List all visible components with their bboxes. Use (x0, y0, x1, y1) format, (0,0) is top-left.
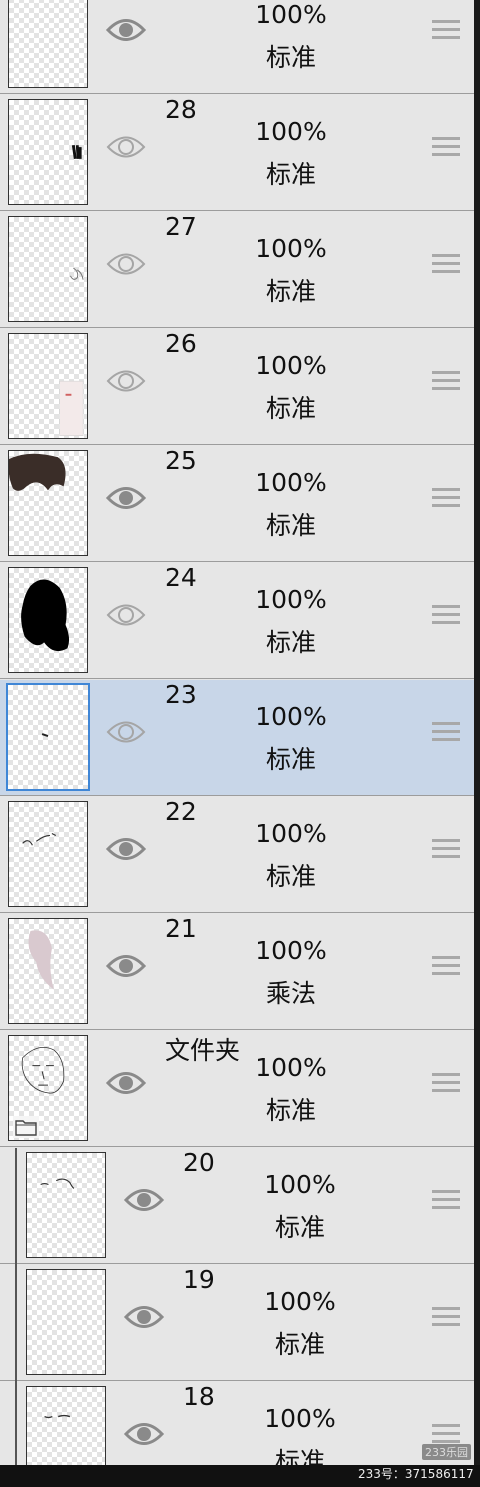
eye-icon[interactable] (106, 1070, 146, 1096)
eye-icon[interactable] (106, 251, 146, 277)
layer-thumbnail[interactable] (8, 99, 88, 205)
layer-blend-mode[interactable]: 标准 (231, 740, 351, 776)
layer-blend-mode[interactable]: 标准 (231, 389, 351, 425)
layer-name: 28 (165, 95, 197, 124)
layer-blend-mode[interactable]: 标准 (240, 1325, 360, 1361)
layer-opacity: 100% (264, 1404, 336, 1433)
eye-icon[interactable] (106, 602, 146, 628)
layer-opacity: 100% (255, 351, 327, 380)
layer-name: 22 (165, 797, 197, 826)
layer-row[interactable]: 29 100% 标准 (0, 0, 474, 94)
layer-thumbnail[interactable] (8, 333, 88, 439)
eye-icon[interactable] (124, 1421, 164, 1447)
layer-blend-mode[interactable]: 标准 (231, 506, 351, 542)
layer-name: 文件夹 (165, 1036, 241, 1065)
layer-thumbnail[interactable] (8, 0, 88, 88)
watermark-badge: 233乐园 (422, 1444, 471, 1460)
layer-thumbnail[interactable] (8, 918, 88, 1024)
watermark-text: 233号：371586117 (358, 1467, 474, 1481)
layer-thumbnail[interactable] (8, 1035, 88, 1141)
layer-name: 20 (183, 1148, 215, 1177)
drag-handle-icon[interactable] (432, 254, 460, 276)
layer-thumbnail[interactable] (8, 567, 88, 673)
drag-handle-icon[interactable] (432, 956, 460, 978)
layer-name: 21 (165, 914, 197, 943)
drag-handle-icon[interactable] (432, 1190, 460, 1212)
eye-icon[interactable] (106, 368, 146, 394)
folder-icon (13, 1116, 39, 1138)
layer-blend-mode[interactable]: 标准 (231, 38, 351, 74)
eye-icon[interactable] (106, 836, 146, 862)
layer-row[interactable]: 24 100% 标准 (0, 563, 474, 679)
layer-name: 18 (183, 1382, 215, 1411)
layer-blend-mode[interactable]: 标准 (231, 155, 351, 191)
eye-icon[interactable] (106, 953, 146, 979)
layer-opacity: 100% (264, 1287, 336, 1316)
eye-icon[interactable] (124, 1304, 164, 1330)
layer-opacity: 100% (255, 819, 327, 848)
layer-blend-mode[interactable]: 标准 (240, 1208, 360, 1244)
layer-blend-mode[interactable]: 乘法 (231, 974, 351, 1010)
drag-handle-icon[interactable] (432, 488, 460, 510)
layers-panel: 29 100% 标准 28 100% 标准 27 100% 标准 (0, 0, 474, 1487)
layer-thumbnail[interactable] (8, 450, 88, 556)
layer-thumbnail[interactable] (26, 1152, 106, 1258)
layer-row[interactable]: 28 100% 标准 (0, 95, 474, 211)
drag-handle-icon[interactable] (432, 722, 460, 744)
layer-blend-mode[interactable]: 标准 (231, 623, 351, 659)
layer-name: 25 (165, 446, 197, 475)
eye-icon[interactable] (106, 17, 146, 43)
layer-name: 19 (183, 1265, 215, 1294)
layer-name: 27 (165, 212, 197, 241)
layer-blend-mode[interactable]: 标准 (231, 857, 351, 893)
layer-opacity: 100% (255, 234, 327, 263)
layer-row[interactable]: 25 100% 标准 (0, 446, 474, 562)
layer-thumbnail[interactable] (8, 216, 88, 322)
folder-indent-line (15, 1148, 17, 1487)
layer-row[interactable]: 21 100% 乘法 (0, 914, 474, 1030)
scrollbar[interactable] (474, 0, 480, 1487)
layer-blend-mode[interactable]: 标准 (231, 272, 351, 308)
drag-handle-icon[interactable] (432, 1424, 460, 1446)
eye-icon[interactable] (106, 719, 146, 745)
drag-handle-icon[interactable] (432, 1073, 460, 1095)
folder-row[interactable]: 文件夹 100% 标准 (0, 1031, 474, 1147)
layer-name: 26 (165, 329, 197, 358)
layer-opacity: 100% (255, 702, 327, 731)
drag-handle-icon[interactable] (432, 137, 460, 159)
layer-thumbnail[interactable] (8, 801, 88, 907)
drag-handle-icon[interactable] (432, 839, 460, 861)
layer-row[interactable]: 19 100% 标准 (0, 1265, 474, 1381)
layer-row[interactable]: 20 100% 标准 (0, 1148, 474, 1264)
eye-icon[interactable] (106, 485, 146, 511)
layer-row[interactable]: 22 100% 标准 (0, 797, 474, 913)
layer-row[interactable]: 26 100% 标准 (0, 329, 474, 445)
layer-thumbnail[interactable] (6, 683, 90, 791)
layer-opacity: 100% (255, 936, 327, 965)
drag-handle-icon[interactable] (432, 605, 460, 627)
layer-thumbnail[interactable] (26, 1269, 106, 1375)
layer-opacity: 100% (264, 1170, 336, 1199)
layer-row-selected[interactable]: 23 100% 标准 (0, 680, 474, 796)
eye-icon[interactable] (106, 134, 146, 160)
layer-opacity: 100% (255, 0, 327, 29)
layer-name: 23 (165, 680, 197, 709)
layer-blend-mode[interactable]: 标准 (231, 1091, 351, 1127)
layer-opacity: 100% (255, 117, 327, 146)
layer-name: 24 (165, 563, 197, 592)
layer-opacity: 100% (255, 468, 327, 497)
layer-opacity: 100% (255, 1053, 327, 1082)
layer-row[interactable]: 27 100% 标准 (0, 212, 474, 328)
layer-opacity: 100% (255, 585, 327, 614)
drag-handle-icon[interactable] (432, 1307, 460, 1329)
eye-icon[interactable] (124, 1187, 164, 1213)
drag-handle-icon[interactable] (432, 371, 460, 393)
drag-handle-icon[interactable] (432, 20, 460, 42)
